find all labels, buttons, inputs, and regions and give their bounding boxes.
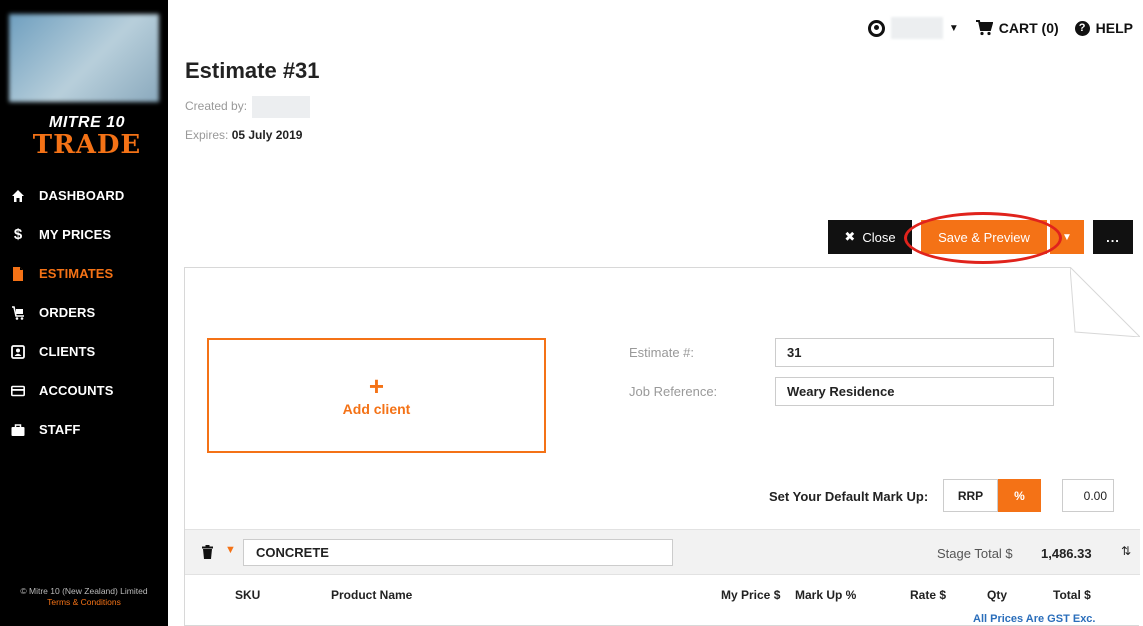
page-title: Estimate #31 [185, 58, 320, 83]
user-icon[interactable] [867, 19, 885, 37]
company-logo-image [9, 14, 159, 102]
sidebar-item-clients[interactable]: CLIENTS [0, 332, 168, 371]
cart-label: CART (0) [998, 20, 1059, 36]
sidebar-item-my-prices[interactable]: $ MY PRICES [0, 215, 168, 254]
help-button[interactable]: ? HELP [1074, 20, 1133, 36]
help-icon: ? [1074, 20, 1090, 36]
column-header-sku[interactable]: SKU [235, 588, 260, 602]
sidebar-item-label: CLIENTS [39, 344, 96, 359]
default-markup-label: Set Your Default Mark Up: [769, 489, 929, 504]
sidebar-item-estimates[interactable]: ESTIMATES [0, 254, 168, 293]
sidebar-item-orders[interactable]: ORDERS [0, 293, 168, 332]
card-icon [11, 384, 25, 398]
column-header-qty[interactable]: Qty [987, 588, 1007, 602]
document-icon [11, 266, 25, 281]
sidebar-item-label: MY PRICES [39, 227, 112, 242]
column-header-total[interactable]: Total $ [1053, 588, 1091, 602]
estimate-number-label: Estimate #: [629, 345, 695, 360]
expires-value: 05 July 2019 [231, 128, 303, 142]
close-button[interactable]: ✖ Close [828, 220, 912, 254]
stage-bar: ▼ Stage Total $ 1,486.33 ⇅ [185, 529, 1140, 575]
sidebar-item-label: STAFF [39, 422, 81, 437]
help-label: HELP [1095, 20, 1133, 36]
expires-label: Expires: [185, 128, 229, 142]
markup-rrp-toggle[interactable]: RRP [943, 479, 998, 512]
column-header-rate[interactable]: Rate $ [910, 588, 946, 602]
chevron-down-icon[interactable]: ▼ [949, 23, 959, 34]
created-by-redacted [252, 96, 311, 118]
cart-button[interactable]: CART (0) [975, 20, 1059, 36]
sidebar-item-dashboard[interactable]: DASHBOARD [0, 176, 168, 215]
logo-line2: TRADE [32, 130, 142, 160]
close-icon: ✖ [844, 229, 856, 244]
sidebar-item-staff[interactable]: STAFF [0, 410, 168, 449]
expires-row: Expires: 05 July 2019 [185, 128, 302, 142]
sidebar: MITRE 10 TRADE DASHBOARD $ MY PRICES EST… [0, 0, 168, 626]
job-reference-field[interactable] [775, 377, 1054, 406]
terms-link[interactable]: Terms & Conditions [0, 597, 168, 608]
dollar-icon: $ [13, 226, 23, 243]
close-label: Close [862, 229, 896, 245]
save-options-dropdown[interactable]: ▼ [1050, 220, 1084, 254]
trolley-icon [11, 305, 25, 320]
estimate-number-field[interactable] [775, 338, 1054, 367]
stage-total-label: Stage Total $ [937, 546, 1013, 561]
mitre10-trade-logo[interactable]: MITRE 10 TRADE [32, 114, 142, 158]
add-client-label: Add client [342, 400, 411, 417]
more-options-button[interactable]: ... [1093, 220, 1133, 254]
markup-value-input[interactable] [1062, 479, 1114, 512]
chevron-down-icon[interactable]: ▼ [225, 544, 236, 556]
contact-icon [11, 344, 25, 359]
plus-icon: + [368, 370, 385, 401]
estimate-document: + Add client Estimate #: Job Reference: … [184, 267, 1140, 626]
sort-icon[interactable]: ⇅ [1121, 544, 1131, 558]
trash-icon[interactable] [202, 545, 213, 559]
copyright-text: © Mitre 10 (New Zealand) Limited [20, 586, 148, 596]
gst-note: All Prices Are GST Exc. [973, 613, 1096, 625]
job-reference-label: Job Reference: [629, 384, 718, 399]
stage-name-input[interactable] [243, 539, 673, 566]
markup-percent-toggle[interactable]: % [998, 479, 1041, 512]
chevron-down-icon: ▼ [1062, 231, 1072, 243]
created-by-row: Created by: [185, 96, 311, 118]
sidebar-item-label: ORDERS [39, 305, 96, 320]
column-header-my-price[interactable]: My Price $ [721, 588, 780, 602]
sidebar-item-accounts[interactable]: ACCOUNTS [0, 371, 168, 410]
stage-total-value: 1,486.33 [1041, 546, 1092, 561]
top-bar: ▼ CART (0) ? HELP [867, 17, 1133, 39]
sidebar-item-label: DASHBOARD [39, 188, 125, 203]
column-header-mark-up[interactable]: Mark Up % [795, 588, 856, 602]
add-client-button[interactable]: + Add client [207, 338, 546, 453]
sidebar-nav: DASHBOARD $ MY PRICES ESTIMATES ORDERS C… [0, 176, 168, 449]
username-redacted[interactable] [890, 17, 943, 39]
cart-icon [975, 20, 993, 36]
sidebar-item-label: ACCOUNTS [39, 383, 114, 398]
copyright-notice: © Mitre 10 (New Zealand) Limited Terms &… [0, 586, 168, 608]
briefcase-icon [11, 423, 25, 437]
save-preview-button[interactable]: Save & Preview [921, 220, 1047, 254]
home-icon [11, 189, 25, 203]
sidebar-item-label: ESTIMATES [39, 266, 114, 281]
created-by-label: Created by: [185, 99, 248, 114]
page-fold-corner [1070, 267, 1140, 337]
column-header-product-name[interactable]: Product Name [331, 588, 412, 602]
